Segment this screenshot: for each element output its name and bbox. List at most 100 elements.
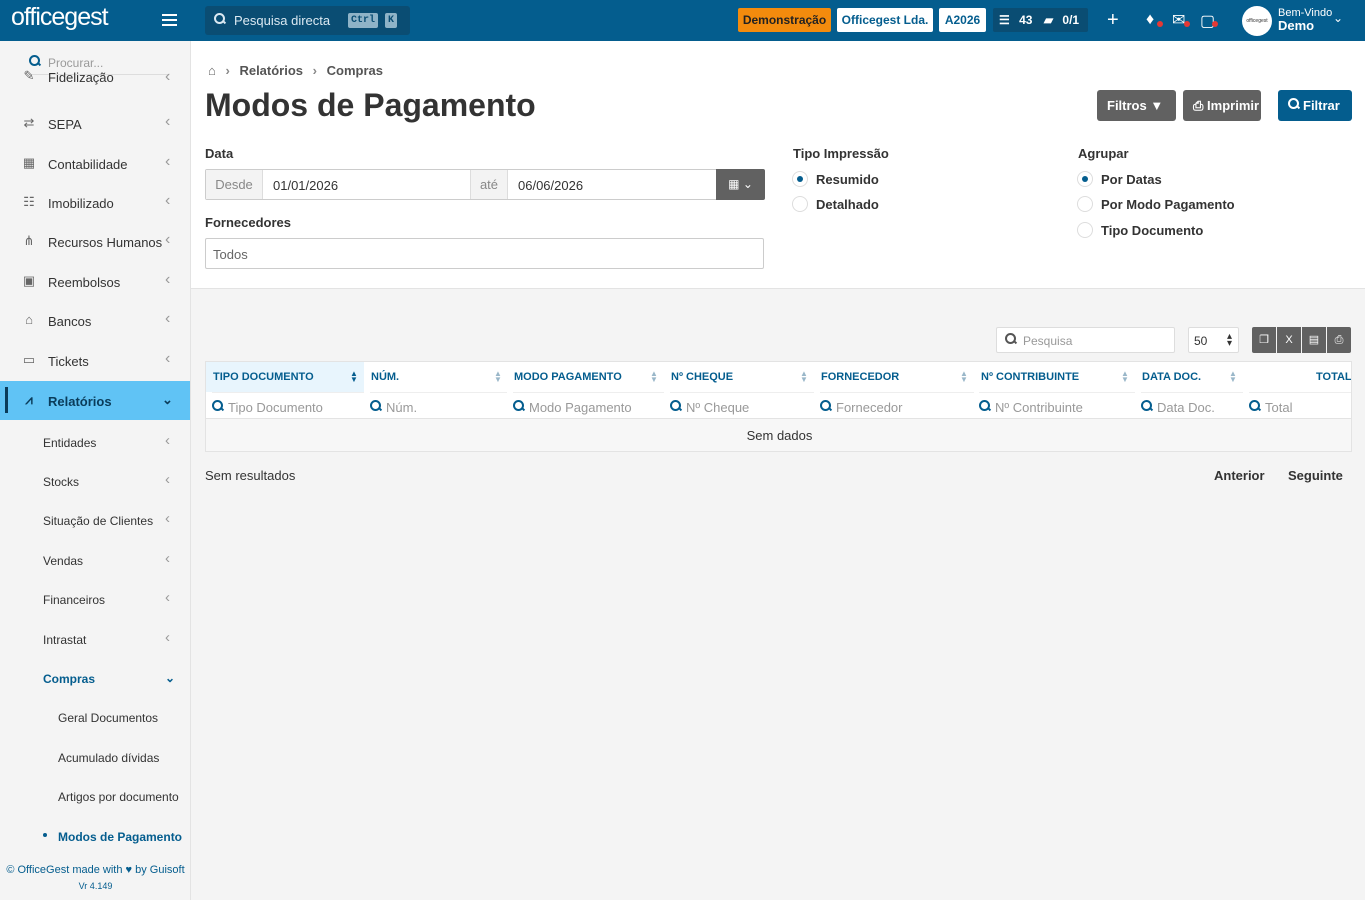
sidebar-sub-intrastat[interactable]: Intrastat ‹ [43, 629, 183, 647]
filter-modo-pagamento[interactable]: Modo Pagamento [513, 392, 664, 418]
column-header-n-cheque[interactable]: Nº CHEQUE ▲ ▼ [664, 362, 814, 392]
sidebar-item-bancos[interactable]: ⌂ Bancos ‹ [0, 301, 190, 340]
copy-export-button[interactable]: ❐ [1252, 327, 1276, 353]
sidebar-item-recursos-humanos[interactable]: ⋔ Recursos Humanos ‹ [0, 222, 190, 261]
date-range-group: Desde 01/01/2026 até 06/06/2026 ▦ ⌄ [205, 169, 765, 200]
sort-icon: ▲ ▼ [960, 369, 968, 384]
sidebar-item-reembolsos[interactable]: ▣ Reembolsos ‹ [0, 262, 190, 301]
chevron-left-icon: ‹ [165, 271, 171, 288]
user-menu[interactable]: Bem-Vindo Demo [1278, 8, 1332, 33]
sidebar-compras-modos-pagamento[interactable]: Modos de Pagamento [58, 830, 182, 844]
main-content: ⌂ › Relatórios › Compras Modos de Pagame… [191, 41, 1365, 900]
sidebar-item-relatorios[interactable]: ⩘ Relatórios ⌄ [0, 381, 190, 420]
column-header-num[interactable]: NÚM. ▲ ▼ [364, 362, 507, 392]
pdf-icon: ▤ [1308, 334, 1320, 346]
page-size-select[interactable]: 50 ▴ ▾ [1188, 327, 1239, 353]
chevron-left-icon: ‹ [165, 629, 170, 646]
filter-tipo-documento[interactable]: Tipo Documento [212, 392, 364, 418]
copy-icon: ❐ [1259, 334, 1269, 346]
chevron-down-icon[interactable]: ⌄ [1333, 11, 1343, 25]
chevron-left-icon: ‹ [165, 432, 170, 449]
page-title: Modos de Pagamento [205, 87, 536, 123]
filter-fornecedor[interactable]: Fornecedor [820, 392, 974, 418]
radio-por-datas[interactable]: Por Datas [1077, 171, 1162, 187]
sidebar-sub-entidades[interactable]: Entidades ‹ [43, 432, 183, 450]
sidebar-item-imobilizado[interactable]: ☷ Imobilizado ‹ [0, 183, 190, 222]
demo-badge[interactable]: Demonstração [738, 8, 831, 32]
radio-button-checked[interactable] [792, 171, 808, 187]
from-date-input[interactable]: 01/01/2026 [273, 178, 463, 193]
avatar[interactable]: officegest [1242, 6, 1272, 36]
radio-tipo-documento[interactable]: Tipo Documento [1077, 222, 1203, 238]
add-icon[interactable]: + [1107, 9, 1119, 32]
sidebar-item-contabilidade[interactable]: ▦ Contabilidade ‹ [0, 144, 190, 183]
table-search-input[interactable]: Pesquisa [996, 327, 1175, 353]
excel-export-button[interactable]: X [1277, 327, 1301, 353]
notifications-icon[interactable]: ♦ [1146, 11, 1154, 29]
print-export-button[interactable]: ⎙ [1327, 327, 1351, 353]
search-icon [513, 400, 525, 412]
sort-arrows-icon: ▴ ▾ [1226, 331, 1232, 349]
filter-n-cheque[interactable]: Nº Cheque [670, 392, 814, 418]
counters-group[interactable]: ☰ 43 ▰ 0/1 [993, 8, 1088, 32]
filter-num[interactable]: Núm. [370, 392, 507, 418]
sidebar-sub-situacao-clientes[interactable]: Situação de Clientes ‹ [43, 510, 183, 528]
year-selector[interactable]: A2026 [939, 8, 986, 32]
radio-button[interactable] [792, 196, 808, 212]
filter-total[interactable]: Total [1249, 392, 1351, 418]
column-header-modo-pagamento[interactable]: MODO PAGAMENTO ▲ ▼ [507, 362, 664, 392]
sort-icon: ▲ ▼ [800, 369, 808, 384]
filter-n-contribuinte[interactable]: Nº Contribuinte [979, 392, 1135, 418]
sidebar-sub-stocks[interactable]: Stocks ‹ [43, 471, 183, 489]
radio-button-checked[interactable] [1077, 171, 1093, 187]
search-icon [1141, 400, 1153, 412]
sidebar-compras-geral-documentos[interactable]: Geral Documentos [58, 711, 158, 725]
search-icon [214, 13, 226, 25]
apply-filter-button[interactable]: Filtrar [1278, 90, 1352, 121]
sidebar-compras-artigos-documento[interactable]: Artigos por documento [58, 790, 179, 804]
print-button[interactable]: ⎙ Imprimir [1183, 90, 1261, 121]
radio-resumido[interactable]: Resumido [792, 171, 879, 187]
sidebar-item-tickets[interactable]: ▭ Tickets ‹ [0, 341, 190, 380]
sidebar-sub-vendas[interactable]: Vendas ‹ [43, 550, 183, 568]
radio-detalhado[interactable]: Detalhado [792, 196, 879, 212]
radio-button[interactable] [1077, 196, 1093, 212]
company-selector[interactable]: Officegest Lda. [837, 8, 933, 32]
column-header-total[interactable]: TOTAL [1309, 362, 1351, 392]
sidebar-item-fidelizacao[interactable]: ✎ Fidelização ‹ [0, 66, 190, 96]
chevron-left-icon: ‹ [165, 153, 171, 170]
calendar-dropdown-button[interactable]: ▦ ⌄ [716, 169, 765, 200]
radio-button[interactable] [1077, 222, 1093, 238]
chevron-down-icon: ⌄ [165, 671, 176, 685]
sidebar-item-sepa[interactable]: ⇄ SEPA ‹ [0, 104, 190, 143]
to-date-input[interactable]: 06/06/2026 [518, 178, 708, 193]
column-header-n-contribuinte[interactable]: Nº CONTRIBUINTE ▲ ▼ [974, 362, 1135, 392]
previous-page-button[interactable]: Anterior [1214, 468, 1265, 483]
app-logo[interactable]: officegest [11, 3, 109, 32]
radio-por-modo-pagamento[interactable]: Por Modo Pagamento [1077, 196, 1235, 212]
calculator-icon: ▦ [22, 155, 36, 170]
handshake-icon: ☷ [23, 194, 35, 209]
sidebar-sub-compras[interactable]: Compras ⌄ [43, 671, 183, 686]
suppliers-select[interactable]: Todos [205, 238, 764, 269]
next-page-button[interactable]: Seguinte [1288, 468, 1343, 483]
column-header-data-doc[interactable]: DATA DOC. ▲ ▼ [1135, 362, 1243, 392]
menu-toggle-icon[interactable] [162, 14, 177, 26]
ticket-icon: ▭ [22, 352, 36, 367]
home-icon[interactable]: ⌂ [208, 63, 216, 78]
chevron-right-icon: › [225, 63, 230, 78]
global-search-input[interactable]: Pesquisa directa Ctrl K [205, 6, 410, 35]
sidebar-sub-financeiros[interactable]: Financeiros ‹ [43, 589, 183, 607]
filter-data-doc[interactable]: Data Doc. [1141, 392, 1243, 418]
sidebar-compras-acumulado-dividas[interactable]: Acumulado dívidas [58, 751, 159, 765]
filter-panel: ⌂ › Relatórios › Compras Modos de Pagame… [191, 41, 1365, 289]
mail-icon[interactable]: ✉ [1172, 10, 1185, 30]
filters-button[interactable]: Filtros ▼ [1097, 90, 1176, 121]
heart-icon: ♥ [125, 864, 133, 876]
guisoft-link[interactable]: by Guisoft [135, 864, 185, 876]
breadcrumb-compras[interactable]: Compras [327, 63, 383, 78]
column-header-fornecedor[interactable]: FORNECEDOR ▲ ▼ [814, 362, 974, 392]
pdf-export-button[interactable]: ▤ [1302, 327, 1326, 353]
breadcrumb-relatorios[interactable]: Relatórios [239, 63, 303, 78]
column-header-tipo-documento[interactable]: TIPO DOCUMENTO ▲ ▼ [206, 362, 364, 392]
